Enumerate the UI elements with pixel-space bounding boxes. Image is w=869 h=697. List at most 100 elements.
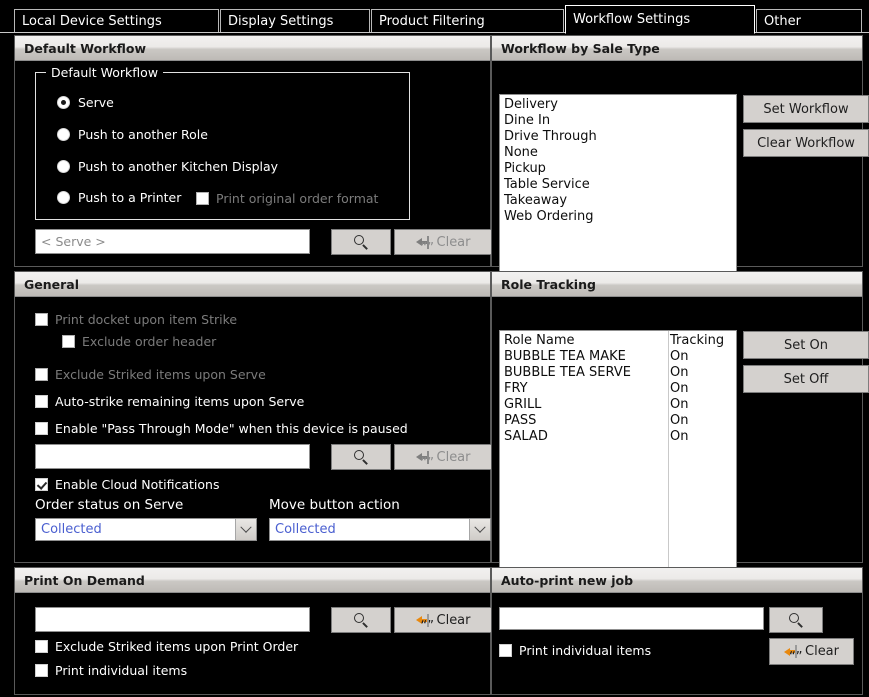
auto-print-printer-input[interactable] xyxy=(499,607,764,630)
print-on-demand-search-button[interactable] xyxy=(331,607,391,633)
panel-body-general: Print docket upon item Strike Exclude or… xyxy=(15,297,492,562)
tab-display-settings[interactable]: Display Settings xyxy=(220,9,370,33)
checkbox-indicator[interactable] xyxy=(196,192,209,205)
panel-title-text: General xyxy=(24,276,79,292)
radio-push-to-another-kitchen-display[interactable]: Push to another Kitchen Display xyxy=(57,159,278,174)
set-on-button[interactable]: Set On xyxy=(743,331,869,359)
checkbox-print-individual-items-on-demand[interactable]: Print individual items xyxy=(35,663,187,678)
checkbox-indicator[interactable] xyxy=(499,644,512,657)
checkbox-indicator[interactable] xyxy=(35,395,48,408)
auto-print-search-button[interactable] xyxy=(769,607,823,633)
sale-type-listbox[interactable]: Delivery Dine In Drive Through None Pick… xyxy=(499,94,737,281)
grid-column-separator xyxy=(668,331,669,574)
clear-workflow-button[interactable]: Clear Workflow xyxy=(743,129,869,157)
button-label: Set On xyxy=(784,337,828,353)
cell-role-name: BUBBLE TEA SERVE xyxy=(504,365,631,380)
table-row[interactable]: PASS On xyxy=(500,413,736,429)
select-order-status-on-serve[interactable]: Collected xyxy=(35,518,257,541)
panel-body-print-on-demand: Clear Exclude Striked items upon Print O… xyxy=(15,593,492,694)
print-on-demand-printer-input[interactable] xyxy=(35,607,310,632)
button-label: Clear xyxy=(805,644,839,659)
tab-other[interactable]: Other xyxy=(756,9,862,33)
checkbox-indicator[interactable] xyxy=(35,664,48,677)
tab-local-device-settings[interactable]: Local Device Settings xyxy=(14,9,219,33)
checkbox-exclude-order-header[interactable]: Exclude order header xyxy=(62,334,216,349)
checkbox-enable-cloud-notifications[interactable]: Enable Cloud Notifications xyxy=(35,477,219,492)
radio-indicator[interactable] xyxy=(57,128,70,141)
tab-workflow-settings[interactable]: Workflow Settings xyxy=(565,5,755,34)
panel-general: General Print docket upon item Strike Ex… xyxy=(14,271,492,563)
table-row[interactable]: BUBBLE TEA MAKE On xyxy=(500,349,736,365)
clear-icon xyxy=(784,645,798,658)
radio-indicator[interactable] xyxy=(57,191,70,204)
default-workflow-clear-button[interactable]: Clear xyxy=(394,229,492,255)
radio-label: Push to another Kitchen Display xyxy=(78,159,279,174)
cell-role-name: BUBBLE TEA MAKE xyxy=(504,349,626,364)
general-search-button[interactable] xyxy=(331,444,391,470)
auto-print-clear-button[interactable]: Clear xyxy=(769,638,854,665)
checkbox-enable-pass-through-mode[interactable]: Enable "Pass Through Mode" when this dev… xyxy=(35,421,408,436)
table-row[interactable]: BUBBLE TEA SERVE On xyxy=(500,365,736,381)
list-item[interactable]: Delivery xyxy=(500,97,736,113)
checkbox-print-original-order-format[interactable]: Print original order format xyxy=(196,191,378,206)
cell-role-name: FRY xyxy=(504,381,528,396)
panel-body-default-workflow: Default Workflow Serve Push to another R… xyxy=(15,61,492,266)
radio-label: Push to a Printer xyxy=(78,190,182,205)
radio-indicator[interactable] xyxy=(57,160,70,173)
tab-label: Other xyxy=(764,13,801,29)
select-move-button-action[interactable]: Collected xyxy=(269,518,491,541)
checkbox-print-docket-upon-item-strike[interactable]: Print docket upon item Strike xyxy=(35,312,237,327)
print-on-demand-clear-button[interactable]: Clear xyxy=(394,607,492,633)
table-row[interactable]: SALAD On xyxy=(500,429,736,445)
panel-title-text: Auto-print new job xyxy=(501,572,634,588)
panel-title-auto-print-new-job: Auto-print new job xyxy=(492,568,862,593)
radio-push-to-a-printer[interactable]: Push to a Printer xyxy=(57,190,181,205)
checkbox-indicator[interactable] xyxy=(35,368,48,381)
button-label: Clear Workflow xyxy=(757,135,855,151)
list-item[interactable]: Web Ordering xyxy=(500,209,736,225)
checkbox-auto-strike-remaining-items-upon-serve[interactable]: Auto-strike remaining items upon Serve xyxy=(35,394,304,409)
list-item[interactable]: Takeaway xyxy=(500,193,736,209)
checkbox-label: Enable Cloud Notifications xyxy=(55,477,220,492)
checkbox-exclude-striked-items-upon-serve[interactable]: Exclude Striked items upon Serve xyxy=(35,367,266,382)
chevron-down-icon[interactable] xyxy=(235,519,256,540)
tab-product-filtering[interactable]: Product Filtering xyxy=(371,9,564,33)
checkbox-indicator[interactable] xyxy=(35,313,48,326)
radio-label: Push to another Role xyxy=(78,127,208,142)
table-row[interactable]: FRY On xyxy=(500,381,736,397)
chevron-down-icon[interactable] xyxy=(469,519,490,540)
checkbox-print-individual-items-auto[interactable]: Print individual items xyxy=(499,643,651,658)
radio-push-to-another-role[interactable]: Push to another Role xyxy=(57,127,208,142)
table-row[interactable]: GRILL On xyxy=(500,397,736,413)
checkbox-indicator[interactable] xyxy=(62,335,75,348)
checkbox-indicator[interactable] xyxy=(35,478,48,491)
pass-through-target-input[interactable] xyxy=(35,444,310,469)
tab-label: Workflow Settings xyxy=(573,12,691,27)
general-clear-button[interactable]: Clear xyxy=(394,444,492,470)
radio-indicator[interactable] xyxy=(57,96,70,109)
button-label: Clear xyxy=(436,612,471,628)
checkbox-exclude-striked-items-upon-print-order[interactable]: Exclude Striked items upon Print Order xyxy=(35,639,298,654)
cell-role-name: GRILL xyxy=(504,397,542,412)
tab-label: Display Settings xyxy=(228,13,334,29)
list-item[interactable]: Drive Through xyxy=(500,129,736,145)
list-item[interactable]: None xyxy=(500,145,736,161)
checkbox-indicator[interactable] xyxy=(35,422,48,435)
default-workflow-target-input[interactable] xyxy=(35,229,310,254)
panel-title-print-on-demand: Print On Demand xyxy=(15,568,490,593)
set-workflow-button[interactable]: Set Workflow xyxy=(743,95,869,123)
panel-default-workflow: Default Workflow Default Workflow Serve … xyxy=(14,35,492,267)
radio-serve[interactable]: Serve xyxy=(57,95,114,110)
button-label: Set Off xyxy=(783,371,829,387)
checkbox-label: Print original order format xyxy=(216,191,379,206)
list-item[interactable]: Pickup xyxy=(500,161,736,177)
panel-title-general: General xyxy=(15,272,490,297)
button-label: Clear xyxy=(436,449,471,465)
list-item[interactable]: Dine In xyxy=(500,113,736,129)
checkbox-indicator[interactable] xyxy=(35,640,48,653)
role-tracking-grid[interactable]: Role Name Tracking BUBBLE TEA MAKE On BU… xyxy=(499,330,737,575)
default-workflow-search-button[interactable] xyxy=(331,229,391,255)
panel-body-workflow-by-sale-type: Delivery Dine In Drive Through None Pick… xyxy=(492,61,869,281)
set-off-button[interactable]: Set Off xyxy=(743,365,869,393)
list-item[interactable]: Table Service xyxy=(500,177,736,193)
